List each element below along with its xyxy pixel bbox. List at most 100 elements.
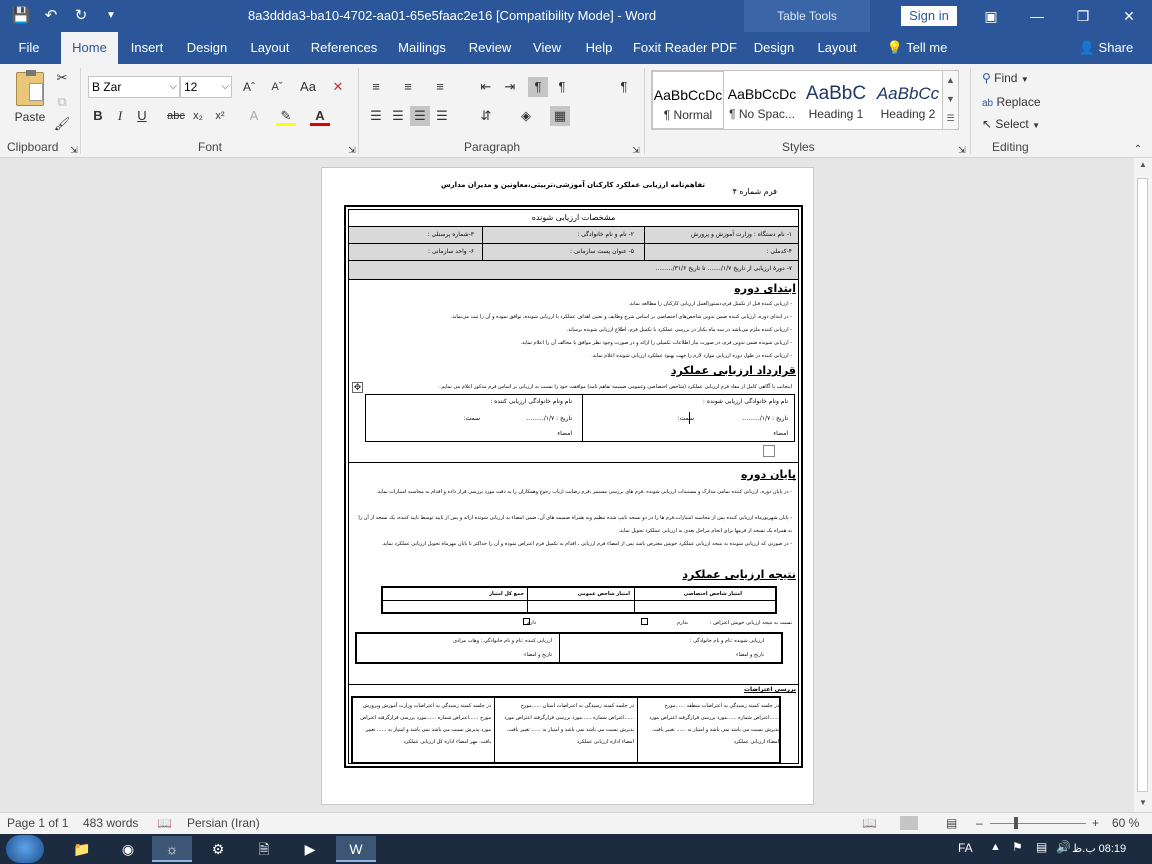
zoom-slider[interactable] xyxy=(990,823,1086,824)
media-player-icon[interactable]: ▶ xyxy=(290,836,330,862)
numbering-icon[interactable]: ≡ xyxy=(398,77,418,97)
objection-yes-checkbox[interactable] xyxy=(523,618,530,625)
tab-home[interactable]: Home xyxy=(61,32,118,64)
zoom-out-icon[interactable]: – xyxy=(976,816,983,830)
tab-references[interactable]: References xyxy=(308,32,380,64)
close-icon[interactable]: ✕ xyxy=(1114,4,1144,28)
share-button[interactable]: 👤 Share xyxy=(1076,32,1136,64)
table-resize-handle[interactable] xyxy=(763,445,775,457)
multilevel-list-icon[interactable]: ≡ xyxy=(430,77,450,97)
align-left-icon[interactable]: ☰ xyxy=(366,106,386,126)
tab-help[interactable]: Help xyxy=(578,32,620,64)
style-no-spacing[interactable]: AaBbCcDc ¶ No Spac... xyxy=(726,71,798,129)
language-indicator[interactable]: Persian (Iran) xyxy=(187,816,260,830)
tell-me-box[interactable]: 💡 Tell me xyxy=(882,32,952,64)
maximize-icon[interactable]: ❐ xyxy=(1068,4,1098,28)
shading-icon[interactable]: ◈ xyxy=(516,106,536,126)
text-effects-icon[interactable]: A xyxy=(244,106,264,126)
foxit-icon[interactable]: 🗎 xyxy=(244,836,284,862)
word-icon[interactable]: W xyxy=(336,836,376,862)
font-name-combo[interactable]: B Zar ⌵ xyxy=(88,76,180,98)
web-layout-icon[interactable]: ▤ xyxy=(946,816,957,830)
bullets-icon[interactable]: ≡ xyxy=(366,77,386,97)
decrease-indent-icon[interactable]: ⇤ xyxy=(476,77,496,97)
collapse-ribbon-icon[interactable]: ⌃ xyxy=(1128,140,1148,160)
change-case-icon[interactable]: Aa xyxy=(298,77,318,97)
format-painter-icon[interactable]: 🖌 xyxy=(52,114,72,134)
minimize-icon[interactable]: — xyxy=(1022,4,1052,28)
tab-insert[interactable]: Insert xyxy=(124,32,170,64)
find-button[interactable]: ⚲ Find ▼ xyxy=(982,68,1029,88)
replace-button[interactable]: ab Replace xyxy=(982,92,1041,112)
undo-icon[interactable]: ↶ xyxy=(38,5,64,27)
vertical-scrollbar[interactable]: ▲ ▼ xyxy=(1134,158,1152,812)
font-launcher-icon[interactable]: ⇲ xyxy=(342,140,362,160)
borders-icon[interactable]: ▦ xyxy=(550,106,570,126)
chevron-up-icon[interactable]: ▲ xyxy=(943,71,958,90)
tab-foxit[interactable]: Foxit Reader PDF xyxy=(632,32,738,64)
table-move-handle-icon[interactable]: ✥ xyxy=(352,382,363,393)
objection-no-checkbox[interactable] xyxy=(641,618,648,625)
paste-button[interactable]: Paste xyxy=(10,70,50,134)
paragraph-launcher-icon[interactable]: ⇲ xyxy=(626,140,646,160)
zoom-slider-thumb[interactable] xyxy=(1014,817,1018,829)
zoom-level[interactable]: 60 % xyxy=(1112,816,1139,830)
file-explorer-icon[interactable]: 📁 xyxy=(62,836,102,862)
zoom-in-icon[interactable]: + xyxy=(1092,816,1099,830)
highlight-icon[interactable]: ✎ xyxy=(276,106,296,126)
volume-icon[interactable]: 🔊 xyxy=(1056,840,1071,854)
read-mode-icon[interactable]: 📖 xyxy=(862,816,877,830)
show-marks-icon[interactable]: ¶ xyxy=(614,77,634,97)
clear-formatting-icon[interactable]: ✕ xyxy=(328,77,348,97)
chevron-down-icon[interactable]: ▼ xyxy=(943,90,958,109)
page-count[interactable]: Page 1 of 1 xyxy=(7,816,68,830)
flag-icon[interactable]: ⚑ xyxy=(1012,840,1023,854)
italic-icon[interactable]: I xyxy=(110,106,130,126)
chrome-icon[interactable]: ◉ xyxy=(108,836,148,862)
style-heading-1[interactable]: AaBbC Heading 1 xyxy=(800,71,872,129)
font-color-icon[interactable]: A xyxy=(310,106,330,126)
more-styles-icon[interactable]: ☰ xyxy=(943,109,958,128)
redo-icon[interactable]: ↻ xyxy=(68,5,94,27)
style-normal[interactable]: AaBbCcDc ¶ Normal xyxy=(652,71,724,129)
tab-design[interactable]: Design xyxy=(182,32,232,64)
tab-table-design[interactable]: Design xyxy=(750,32,798,64)
clipboard-launcher-icon[interactable]: ⇲ xyxy=(64,140,84,160)
align-right-icon[interactable]: ☰ xyxy=(410,106,430,126)
scroll-thumb[interactable] xyxy=(1137,178,1148,792)
increase-indent-icon[interactable]: ⇥ xyxy=(500,77,520,97)
strikethrough-icon[interactable]: abc xyxy=(166,106,186,126)
ltr-direction-icon[interactable]: ¶ xyxy=(528,77,548,97)
ribbon-display-icon[interactable]: ▣ xyxy=(976,4,1006,28)
scroll-up-icon[interactable]: ▲ xyxy=(1134,160,1152,169)
network-icon[interactable]: ▤ xyxy=(1036,840,1047,854)
keyboard-language[interactable]: FA xyxy=(958,841,973,855)
tab-review[interactable]: Review xyxy=(464,32,516,64)
document-page[interactable]: فرم شماره ۴ تفاهم‌نامه ارزیابی عملکرد کا… xyxy=(321,167,814,805)
superscript-icon[interactable]: x² xyxy=(210,106,230,126)
print-layout-icon[interactable] xyxy=(900,816,918,830)
styles-gallery-scroll[interactable]: ▲ ▼ ☰ xyxy=(942,70,959,130)
styles-launcher-icon[interactable]: ⇲ xyxy=(952,140,972,160)
grow-font-icon[interactable]: Aˆ xyxy=(236,77,262,97)
select-button[interactable]: ↖ Select ▼ xyxy=(982,114,1040,134)
line-spacing-icon[interactable]: ⇵ xyxy=(476,106,496,126)
rtl-direction-icon[interactable]: ¶ xyxy=(552,77,572,97)
word-count[interactable]: 483 words xyxy=(83,816,138,830)
cut-icon[interactable]: ✂ xyxy=(52,68,72,88)
align-center-icon[interactable]: ☰ xyxy=(388,106,408,126)
font-size-combo[interactable]: 12 ⌵ xyxy=(180,76,232,98)
customize-icon[interactable]: ▼ xyxy=(98,5,124,27)
copy-icon[interactable]: ⧉ xyxy=(52,92,72,112)
firefox-icon[interactable]: ☼ xyxy=(152,836,192,862)
save-icon[interactable]: 💾 xyxy=(8,5,34,27)
style-heading-2[interactable]: AaBbCc Heading 2 xyxy=(872,71,944,129)
tab-file[interactable]: File xyxy=(6,32,52,64)
shrink-font-icon[interactable]: Aˇ xyxy=(264,77,290,97)
tab-mailings[interactable]: Mailings xyxy=(392,32,452,64)
subscript-icon[interactable]: x₂ xyxy=(188,106,208,126)
start-button[interactable] xyxy=(6,835,44,863)
app-icon[interactable]: ⚙ xyxy=(198,836,238,862)
bold-icon[interactable]: B xyxy=(88,106,108,126)
justify-icon[interactable]: ☰ xyxy=(432,106,452,126)
